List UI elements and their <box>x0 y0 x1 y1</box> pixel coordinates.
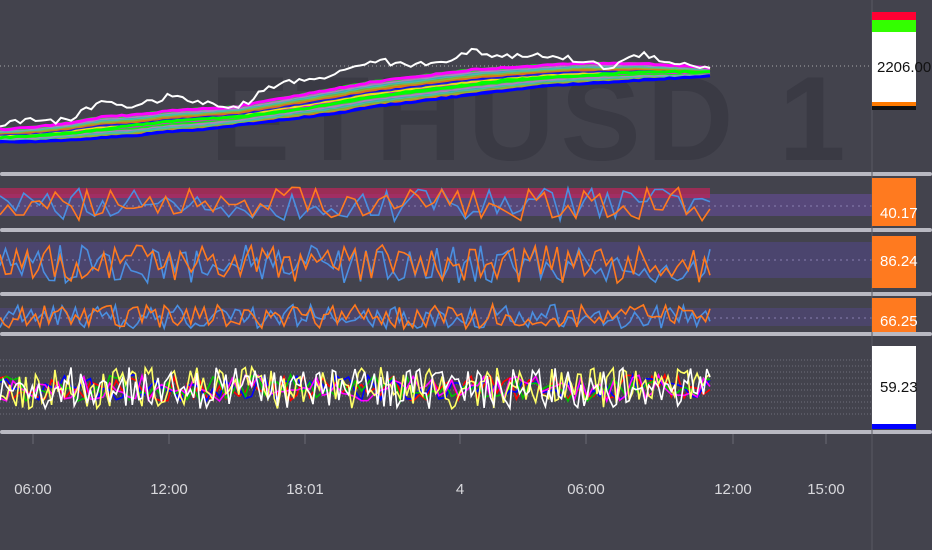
osc4-blue-strip <box>872 424 916 429</box>
separator-osc2-osc3[interactable] <box>0 292 932 296</box>
separator-osc1-osc2[interactable] <box>0 228 932 232</box>
osc1-value-label: 40.17 <box>880 205 918 222</box>
time-label: 06:00 <box>14 481 52 498</box>
time-label: 06:00 <box>567 481 605 498</box>
trading-chart[interactable]: ETHUSD 1 2206.0040.1786.2466.2559.23 06:… <box>0 0 932 550</box>
osc4-value-label: 59.23 <box>880 379 918 396</box>
separator-osc4-time[interactable] <box>0 430 932 434</box>
osc1-red-band <box>0 188 710 198</box>
axis-label-green-strip <box>872 20 916 32</box>
time-label: 12:00 <box>150 481 188 498</box>
osc2-value-label: 86.24 <box>880 253 918 270</box>
time-label: 4 <box>456 481 464 498</box>
osc2-band <box>0 242 872 278</box>
time-label: 12:00 <box>714 481 752 498</box>
osc3-value-label: 66.25 <box>880 313 918 330</box>
axis-label-red-strip <box>872 12 916 20</box>
time-label: 15:00 <box>807 481 845 498</box>
separator-osc3-osc4[interactable] <box>0 332 932 336</box>
axis-label-orange-strip <box>872 102 916 106</box>
time-label: 18:01 <box>286 481 324 498</box>
axis-label-dark-strip <box>872 106 916 110</box>
price-label: 2206.00 <box>877 59 931 76</box>
separator-price-osc1[interactable] <box>0 172 932 176</box>
